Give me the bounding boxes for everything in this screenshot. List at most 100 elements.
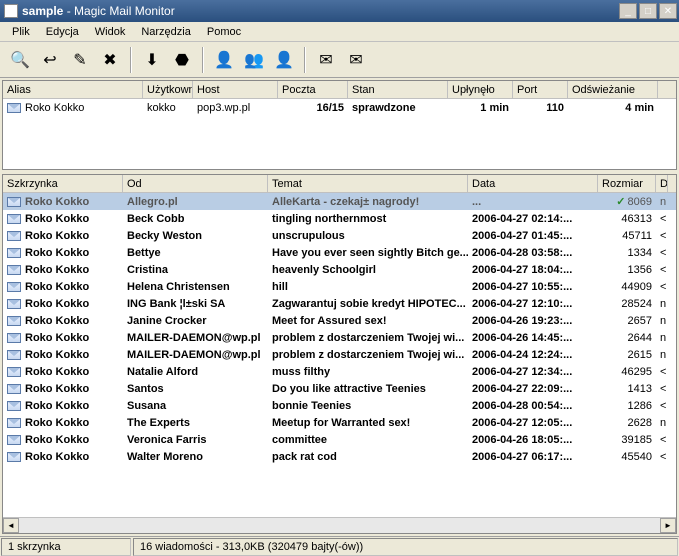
cell-size: 1413 xyxy=(598,382,656,396)
messages-col-5[interactable]: D xyxy=(656,175,668,192)
cell-date: 2006-04-26 19:23:... xyxy=(468,314,598,328)
mail-icon[interactable]: ✉ xyxy=(312,46,340,74)
message-row[interactable]: Roko KokkoSusanabonnie Teenies2006-04-28… xyxy=(3,397,676,414)
cell: 4 min xyxy=(568,101,658,115)
message-row[interactable]: Roko KokkoBecky Westonunscrupulous2006-0… xyxy=(3,227,676,244)
cell-subject: committee xyxy=(268,433,468,447)
message-row[interactable]: Roko KokkoSantosDo you like attractive T… xyxy=(3,380,676,397)
accounts-col-2[interactable]: Host xyxy=(193,81,278,98)
envelope-icon xyxy=(7,282,21,292)
cell-size: 2644 xyxy=(598,331,656,345)
mail-del-icon[interactable]: ✉ xyxy=(342,46,370,74)
close-button[interactable]: ✕ xyxy=(659,3,677,19)
menu-edycja[interactable]: Edycja xyxy=(38,24,87,40)
message-row[interactable]: Roko KokkoING Bank ¦l±ski SAZagwarantuj … xyxy=(3,295,676,312)
account-del-icon[interactable]: 👤 xyxy=(270,46,298,74)
scrollbar-horizontal[interactable]: ◄ ► xyxy=(3,517,676,533)
app-icon: ✉ xyxy=(4,4,18,18)
titlebar: ✉ sample - Magic Mail Monitor _ □ ✕ xyxy=(0,0,679,22)
message-row[interactable]: Roko KokkoAllegro.plAlleKarta - czekaj± … xyxy=(3,193,676,210)
message-row[interactable]: Roko KokkoNatalie Alfordmuss filthy2006-… xyxy=(3,363,676,380)
cell-date: 2006-04-27 12:34:... xyxy=(468,365,598,379)
cell-date: 2006-04-27 12:05:... xyxy=(468,416,598,430)
accounts-col-7[interactable]: Odświeżanie xyxy=(568,81,658,98)
compose-icon[interactable]: ✎ xyxy=(66,46,94,74)
envelope-icon xyxy=(7,384,21,394)
cell-d: < xyxy=(656,450,668,464)
accounts-col-5[interactable]: Upłynęło xyxy=(448,81,513,98)
message-row[interactable]: Roko KokkoBeck Cobbtingling northernmost… xyxy=(3,210,676,227)
message-row[interactable]: Roko KokkoVeronica Farriscommittee2006-0… xyxy=(3,431,676,448)
message-row[interactable]: Roko KokkoThe ExpertsMeetup for Warrante… xyxy=(3,414,676,431)
menu-pomoc[interactable]: Pomoc xyxy=(199,24,249,40)
cell-size: 1286 xyxy=(598,399,656,413)
messages-col-4[interactable]: Rozmiar xyxy=(598,175,656,192)
search-icon[interactable]: 🔍 xyxy=(6,46,34,74)
cell: 16/15 xyxy=(278,101,348,115)
cell-date: 2006-04-27 22:09:... xyxy=(468,382,598,396)
minimize-button[interactable]: _ xyxy=(619,3,637,19)
cell-d: < xyxy=(656,365,668,379)
cell-d: < xyxy=(656,280,668,294)
accounts-col-4[interactable]: Stan xyxy=(348,81,448,98)
envelope-icon xyxy=(7,316,21,326)
stop-icon[interactable]: ⬣ xyxy=(168,46,196,74)
message-row[interactable]: Roko KokkoBettyeHave you ever seen sight… xyxy=(3,244,676,261)
cell-from: MAILER-DAEMON@wp.pl xyxy=(123,331,268,345)
scroll-track[interactable] xyxy=(19,518,660,533)
scroll-left-button[interactable]: ◄ xyxy=(3,518,19,533)
cell-from: Walter Moreno xyxy=(123,450,268,464)
cell: Roko Kokko xyxy=(3,101,143,115)
messages-col-3[interactable]: Data xyxy=(468,175,598,192)
cell-date: 2006-04-28 03:58:... xyxy=(468,246,598,260)
message-row[interactable]: Roko KokkoWalter Morenopack rat cod2006-… xyxy=(3,448,676,465)
maximize-button[interactable]: □ xyxy=(639,3,657,19)
cell-from: Beck Cobb xyxy=(123,212,268,226)
cell-subject: unscrupulous xyxy=(268,229,468,243)
message-row[interactable]: Roko KokkoHelena Christensenhill2006-04-… xyxy=(3,278,676,295)
messages-col-0[interactable]: Szkrzynka xyxy=(3,175,123,192)
cell-box: Roko Kokko xyxy=(3,229,123,243)
cell-box: Roko Kokko xyxy=(3,348,123,362)
cell-from: Allegro.pl xyxy=(123,195,268,209)
cell-size: 44909 xyxy=(598,280,656,294)
status-message-count: 16 wiadomości - 313,0KB (320479 bajty(-ó… xyxy=(133,538,678,556)
cell-subject: problem z dostarczeniem Twojej wi... xyxy=(268,348,468,362)
scroll-right-button[interactable]: ► xyxy=(660,518,676,533)
message-row[interactable]: Roko KokkoMAILER-DAEMON@wp.plproblem z d… xyxy=(3,346,676,363)
messages-body[interactable]: Roko KokkoAllegro.plAlleKarta - czekaj± … xyxy=(3,193,676,517)
envelope-icon xyxy=(7,401,21,411)
menu-plik[interactable]: Plik xyxy=(4,24,38,40)
messages-col-2[interactable]: Temat xyxy=(268,175,468,192)
messages-col-1[interactable]: Od xyxy=(123,175,268,192)
cell-box: Roko Kokko xyxy=(3,331,123,345)
cell-date: 2006-04-24 12:24:... xyxy=(468,348,598,362)
account-row[interactable]: Roko Kokkokokkopop3.wp.pl16/15sprawdzone… xyxy=(3,99,676,116)
accounts-col-3[interactable]: Poczta xyxy=(278,81,348,98)
cell-subject: bonnie Teenies xyxy=(268,399,468,413)
envelope-icon xyxy=(7,299,21,309)
cell-d: n xyxy=(656,314,668,328)
accounts-col-1[interactable]: Użytkownik xyxy=(143,81,193,98)
cell-box: Roko Kokko xyxy=(3,416,123,430)
message-row[interactable]: Roko KokkoMAILER-DAEMON@wp.plproblem z d… xyxy=(3,329,676,346)
accounts-col-6[interactable]: Port xyxy=(513,81,568,98)
messages-header: SzkrzynkaOdTematDataRozmiarD xyxy=(3,175,676,193)
cell-d: < xyxy=(656,212,668,226)
statusbar: 1 skrzynka 16 wiadomości - 313,0KB (3204… xyxy=(0,536,679,556)
account-add-icon[interactable]: 👥 xyxy=(240,46,268,74)
envelope-icon xyxy=(7,418,21,428)
delete-icon[interactable]: ✖ xyxy=(96,46,124,74)
download-icon[interactable]: ⬇ xyxy=(138,46,166,74)
cell-from: Helena Christensen xyxy=(123,280,268,294)
reply-icon[interactable]: ↩ xyxy=(36,46,64,74)
menubar: PlikEdycjaWidokNarzędziaPomoc xyxy=(0,22,679,42)
account-ok-icon[interactable]: 👤 xyxy=(210,46,238,74)
menu-widok[interactable]: Widok xyxy=(87,24,134,40)
message-row[interactable]: Roko KokkoCristinaheavenly Schoolgirl200… xyxy=(3,261,676,278)
cell-date: 2006-04-27 01:45:... xyxy=(468,229,598,243)
accounts-body[interactable]: Roko Kokkokokkopop3.wp.pl16/15sprawdzone… xyxy=(3,99,676,169)
message-row[interactable]: Roko KokkoJanine CrockerMeet for Assured… xyxy=(3,312,676,329)
accounts-col-0[interactable]: Alias xyxy=(3,81,143,98)
menu-narzędzia[interactable]: Narzędzia xyxy=(133,24,199,40)
